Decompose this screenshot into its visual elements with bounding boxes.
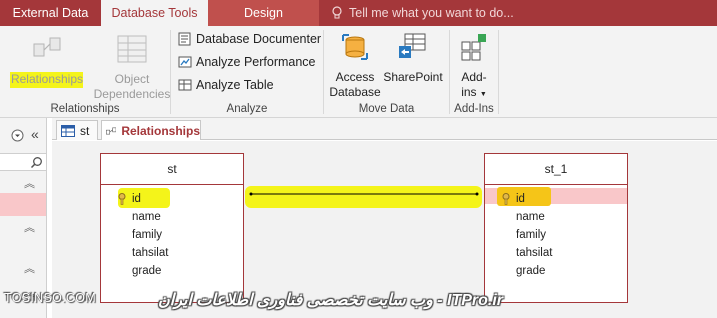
search-icon (30, 157, 42, 169)
primary-key-icon (118, 193, 126, 205)
table-st[interactable]: st id name family tahsilat grade (100, 153, 244, 303)
field-name[interactable]: name (101, 208, 243, 226)
nav-selected-item[interactable] (0, 193, 46, 216)
doc-tab-relationships-label: Relationships (121, 123, 200, 138)
object-dependencies-icon (117, 35, 147, 63)
addins-label-2-text: ins (461, 85, 477, 99)
access-database-label-2: Database (329, 85, 381, 99)
nav-search-box[interactable] (0, 153, 46, 171)
analyze-performance-button[interactable]: Analyze Performance (178, 55, 316, 69)
table-st-1[interactable]: st_1 id name family tahsilat grade (484, 153, 628, 303)
nav-dropdown-icon[interactable] (11, 129, 24, 142)
analyze-table-button[interactable]: Analyze Table (178, 78, 274, 92)
tell-me-box[interactable]: Tell me what you want to do... (319, 0, 514, 26)
sharepoint-button[interactable]: SharePoint (382, 32, 444, 85)
addins-icon (461, 34, 486, 61)
group-label-relationships: Relationships (50, 103, 120, 115)
doc-tab-relationships[interactable]: Relationships (101, 120, 201, 140)
chevron-down-icon: ▼ (479, 91, 487, 98)
addins-label-2: ins ▼ (454, 85, 494, 102)
nav-group-chevron-icon[interactable]: ︽ (24, 260, 35, 276)
relationship-line[interactable] (245, 186, 485, 208)
relationships-tab-icon (106, 127, 117, 134)
field-family[interactable]: family (101, 226, 243, 244)
relationships-icon (33, 37, 61, 57)
group-addins: Add- ins ▼ Add-Ins (450, 26, 498, 118)
access-database-button[interactable]: Access Database (328, 32, 382, 100)
primary-key-icon (502, 193, 510, 205)
analyze-table-icon (178, 79, 192, 91)
object-dependencies-label-1: Object (114, 72, 150, 86)
tab-database-tools[interactable]: Database Tools (101, 0, 208, 26)
field-id-label: id (132, 193, 141, 205)
sharepoint-icon (399, 33, 426, 58)
group-move-data: Access Database SharePoint Move Data (324, 26, 449, 118)
relationships-label: Relationships (10, 72, 84, 86)
access-database-label-1: Access (335, 70, 375, 84)
nav-group-chevron-icon[interactable]: ︽ (24, 175, 35, 191)
documenter-icon (178, 32, 191, 46)
lightbulb-icon (332, 6, 342, 19)
field-tahsilat[interactable]: tahsilat (101, 244, 243, 262)
field-grade[interactable]: grade (485, 262, 627, 280)
group-label-analyze: Analyze (226, 103, 268, 115)
field-id[interactable]: id (485, 190, 627, 208)
object-dependencies-label-2: Dependencies (93, 87, 171, 101)
table-st-1-field-list: id name family tahsilat grade (485, 185, 627, 280)
tab-design[interactable]: Design (208, 0, 319, 26)
group-label-move-data: Move Data (358, 103, 415, 115)
table-st-title[interactable]: st (101, 154, 243, 185)
tab-external-data[interactable]: External Data (0, 0, 101, 26)
field-id-label: id (516, 193, 525, 205)
navigation-pane: « ︽ ︽ ︽ ︽ (0, 118, 47, 318)
collapse-pane-icon[interactable]: « (31, 126, 39, 142)
table-st-1-title[interactable]: st_1 (485, 154, 627, 185)
field-grade[interactable]: grade (101, 262, 243, 280)
tell-me-text: Tell me what you want to do... (349, 6, 514, 20)
field-name[interactable]: name (485, 208, 627, 226)
sharepoint-label: SharePoint (383, 70, 443, 84)
watermark-tosinso: TOSINSO.COM (4, 291, 96, 305)
ribbon-tab-bar: External Data Database Tools Design Tell… (0, 0, 717, 26)
table-icon (61, 124, 75, 137)
field-tahsilat[interactable]: tahsilat (485, 244, 627, 262)
analyze-performance-icon (178, 56, 192, 68)
analyze-performance-label: Analyze Performance (196, 55, 316, 69)
nav-group-chevron-icon[interactable]: ︽ (24, 219, 35, 235)
group-label-addins: Add-Ins (454, 103, 494, 115)
database-documenter-button[interactable]: Database Documenter (178, 32, 321, 46)
object-dependencies-button[interactable]: Object Dependencies (92, 34, 172, 102)
table-st-field-list: id name family tahsilat grade (101, 185, 243, 280)
document-tabs: st Relationships (52, 118, 717, 140)
group-analyze: Database Documenter Analyze Performance … (171, 26, 323, 118)
addins-button[interactable]: Add- ins ▼ (454, 32, 494, 102)
field-family[interactable]: family (485, 226, 627, 244)
analyze-table-label: Analyze Table (196, 78, 274, 92)
ribbon: Relationships Object Dependencies Relati… (0, 26, 717, 118)
relationships-button[interactable]: Relationships (8, 34, 86, 88)
doc-tab-st[interactable]: st (56, 120, 98, 140)
field-id[interactable]: id (101, 190, 243, 208)
addins-label-1: Add- (461, 70, 487, 84)
ribbon-separator (498, 30, 499, 114)
group-relationships: Relationships Object Dependencies Relati… (0, 26, 170, 118)
access-database-icon (342, 34, 368, 60)
watermark-itpro: ITPro.ir - وب سایت تخصصی فناوری اطلاعات … (158, 292, 504, 309)
database-documenter-label: Database Documenter (196, 32, 322, 46)
doc-tab-st-label: st (80, 123, 90, 138)
